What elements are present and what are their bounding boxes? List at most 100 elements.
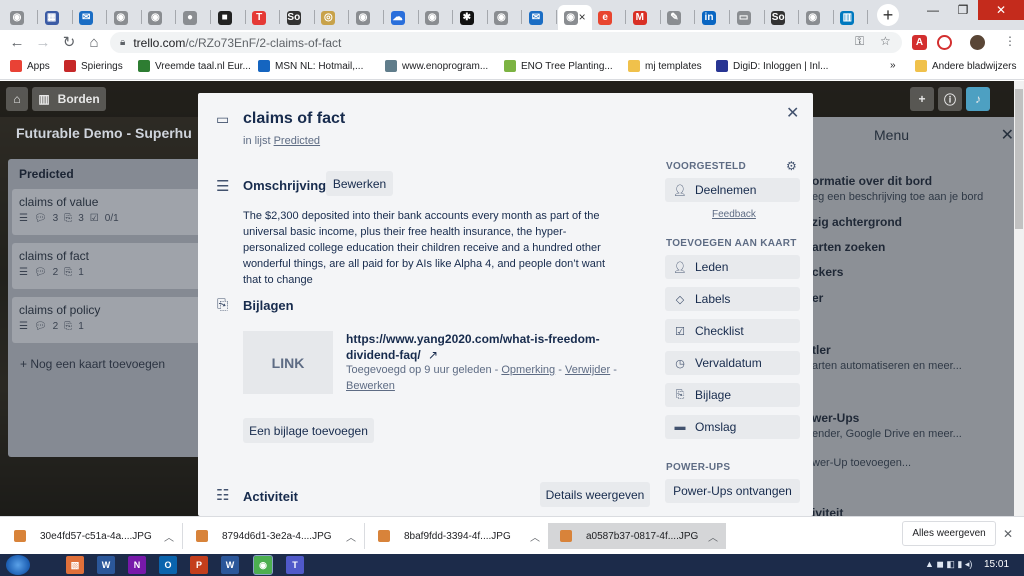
- restore-icon[interactable]: ❐: [948, 0, 978, 20]
- edit-description-button[interactable]: Bewerken: [326, 171, 393, 196]
- bookmark-item[interactable]: Spierings: [64, 60, 123, 72]
- menu-item-more[interactable]: er: [812, 291, 823, 305]
- chevron-up-icon[interactable]: ︿: [530, 529, 540, 544]
- menu-item-activity[interactable]: iviteit: [812, 506, 843, 516]
- menu-item-about[interactable]: ormatie over dit bord: [812, 174, 932, 188]
- scrollbar-thumb[interactable]: [1015, 89, 1023, 229]
- menu-item-powerups[interactable]: wer-Ups: [812, 411, 859, 425]
- download-item[interactable]: 8baf9fdd-3394-4f....JPG ︿: [378, 523, 540, 549]
- more-menu-icon[interactable]: ⋮: [1004, 34, 1016, 48]
- browser-tab[interactable]: ◉ ×: [557, 5, 592, 30]
- word-icon[interactable]: W: [97, 556, 115, 574]
- pdf-extension-icon[interactable]: A: [912, 35, 927, 50]
- page-scrollbar[interactable]: [1014, 81, 1024, 516]
- lock-icon[interactable]: 🔒︎: [120, 37, 125, 48]
- gear-icon[interactable]: ⚙: [786, 159, 797, 173]
- block-extension-icon[interactable]: [937, 35, 952, 50]
- home-icon[interactable]: ⌂: [85, 33, 103, 51]
- browser-tab[interactable]: T: [246, 5, 281, 30]
- browser-tab[interactable]: ◉: [800, 5, 834, 30]
- bookmark-item[interactable]: www.enoprogram...: [385, 60, 488, 72]
- download-item[interactable]: 30e4fd57-c51a-4a....JPG ︿: [14, 523, 174, 549]
- chevron-up-icon[interactable]: ︿: [708, 529, 718, 544]
- bookmark-item[interactable]: Vreemde taal.nl Eur...: [138, 60, 251, 72]
- attachment-thumbnail[interactable]: LINK: [243, 331, 333, 394]
- attachment-delete-link[interactable]: Verwijder: [565, 364, 610, 376]
- browser-tab[interactable]: ◎: [315, 5, 350, 30]
- modal-close-icon[interactable]: ✕: [786, 103, 799, 123]
- teams-icon[interactable]: T: [286, 556, 304, 574]
- home-icon[interactable]: ⌂: [6, 87, 28, 111]
- list-title[interactable]: Predicted: [19, 167, 74, 181]
- bookmark-star-icon[interactable]: ☆: [880, 34, 891, 48]
- attachment-comment-link[interactable]: Opmerking: [501, 364, 555, 376]
- browser-tab[interactable]: ◉: [4, 5, 38, 30]
- bookmark-item[interactable]: mj templates: [628, 60, 702, 72]
- get-powerups-button[interactable]: Power-Ups ontvangen: [665, 479, 800, 503]
- new-tab-button[interactable]: +: [877, 4, 899, 26]
- create-icon[interactable]: +: [910, 87, 934, 111]
- show-details-button[interactable]: Details weergeven: [540, 482, 650, 507]
- download-item[interactable]: 8794d6d1-3e2a-4....JPG ︿: [196, 523, 356, 549]
- browser-tab[interactable]: ◉: [142, 5, 177, 30]
- browser-tab[interactable]: ☁: [385, 5, 419, 30]
- bookmarks-overflow-button[interactable]: »: [890, 60, 896, 71]
- browser-tab[interactable]: ◉: [108, 5, 142, 30]
- start-button[interactable]: [6, 555, 30, 575]
- reload-icon[interactable]: ↻: [60, 33, 78, 51]
- chevron-up-icon[interactable]: ︿: [346, 529, 356, 544]
- browser-tab[interactable]: ✎: [661, 5, 696, 30]
- browser-tab[interactable]: ✱: [454, 5, 488, 30]
- browser-tab[interactable]: ◉: [350, 5, 384, 30]
- notifications-icon[interactable]: ♪: [966, 87, 990, 111]
- card-description[interactable]: The $2,300 deposited into their bank acc…: [243, 208, 623, 288]
- bookmark-item[interactable]: ENO Tree Planting...: [504, 60, 613, 72]
- tray-icons[interactable]: ▲ ◼ ◧ ▮ ◂): [925, 559, 972, 570]
- browser-tab[interactable]: ◉: [488, 5, 523, 30]
- browser-tab[interactable]: e: [592, 5, 627, 30]
- back-icon[interactable]: ←: [8, 33, 26, 51]
- browser-tab[interactable]: So: [281, 5, 315, 30]
- add-attachment-button[interactable]: Een bijlage toevoegen: [243, 418, 374, 443]
- browser-tab[interactable]: ■: [212, 5, 246, 30]
- show-all-downloads-button[interactable]: Alles weergeven: [902, 521, 996, 546]
- browser-tab[interactable]: ▦: [39, 5, 73, 30]
- browser-tab[interactable]: M: [627, 5, 661, 30]
- info-icon[interactable]: ⓘ: [938, 87, 962, 111]
- browser-tab[interactable]: So: [765, 5, 800, 30]
- bookmark-item[interactable]: Apps: [10, 60, 50, 72]
- menu-close-icon[interactable]: ✕: [1001, 125, 1014, 145]
- menu-item-background[interactable]: zig achtergrond: [812, 215, 902, 229]
- browser-tab[interactable]: ✉: [73, 5, 108, 30]
- attachment-url[interactable]: https://www.yang2020.com/what-is-freedom…: [346, 332, 600, 362]
- board-title[interactable]: Futurable Demo - Superhu: [16, 125, 192, 141]
- card-title[interactable]: claims of fact: [243, 110, 345, 128]
- menu-item-add-powerup[interactable]: wer-Up toevoegen...: [812, 457, 911, 469]
- other-bookmarks-folder[interactable]: Andere bladwijzers: [915, 60, 1017, 72]
- address-bar[interactable]: 🔒︎ trello.com/c/RZo73EnF/2-claims-of-fac…: [110, 32, 902, 53]
- profile-avatar[interactable]: [970, 35, 985, 50]
- browser-tab[interactable]: ▥: [834, 5, 869, 30]
- chrome-icon[interactable]: ◉: [253, 555, 273, 575]
- menu-item-butler[interactable]: tler: [812, 343, 831, 357]
- window-close-icon[interactable]: ✕: [978, 0, 1024, 20]
- members-button[interactable]: 👤︎ Leden: [665, 255, 800, 279]
- browser-tab[interactable]: ▭: [731, 5, 765, 30]
- labels-button[interactable]: ◇ Labels: [665, 287, 800, 311]
- join-button[interactable]: 👤︎ Deelnemen: [665, 178, 800, 202]
- attachment-edit-link[interactable]: Bewerken: [346, 380, 395, 392]
- word-icon[interactable]: W: [221, 556, 239, 574]
- browser-tab[interactable]: ◉: [419, 5, 454, 30]
- list-link[interactable]: Predicted: [274, 135, 320, 147]
- add-card-button[interactable]: + Nog een kaart toevoegen: [20, 357, 165, 371]
- minimize-icon[interactable]: —: [918, 0, 948, 20]
- close-downloads-icon[interactable]: ✕: [1003, 527, 1013, 541]
- powerpoint-icon[interactable]: P: [190, 556, 208, 574]
- browser-tab[interactable]: ✉: [523, 5, 557, 30]
- menu-item-stickers[interactable]: ckers: [812, 265, 843, 279]
- attachment-button[interactable]: ⎘ Bijlage: [665, 383, 800, 407]
- bookmark-item[interactable]: MSN NL: Hotmail,...: [258, 60, 363, 72]
- onenote-icon[interactable]: N: [128, 556, 146, 574]
- browser-tab[interactable]: in: [696, 5, 730, 30]
- checklist-button[interactable]: ☑ Checklist: [665, 319, 800, 343]
